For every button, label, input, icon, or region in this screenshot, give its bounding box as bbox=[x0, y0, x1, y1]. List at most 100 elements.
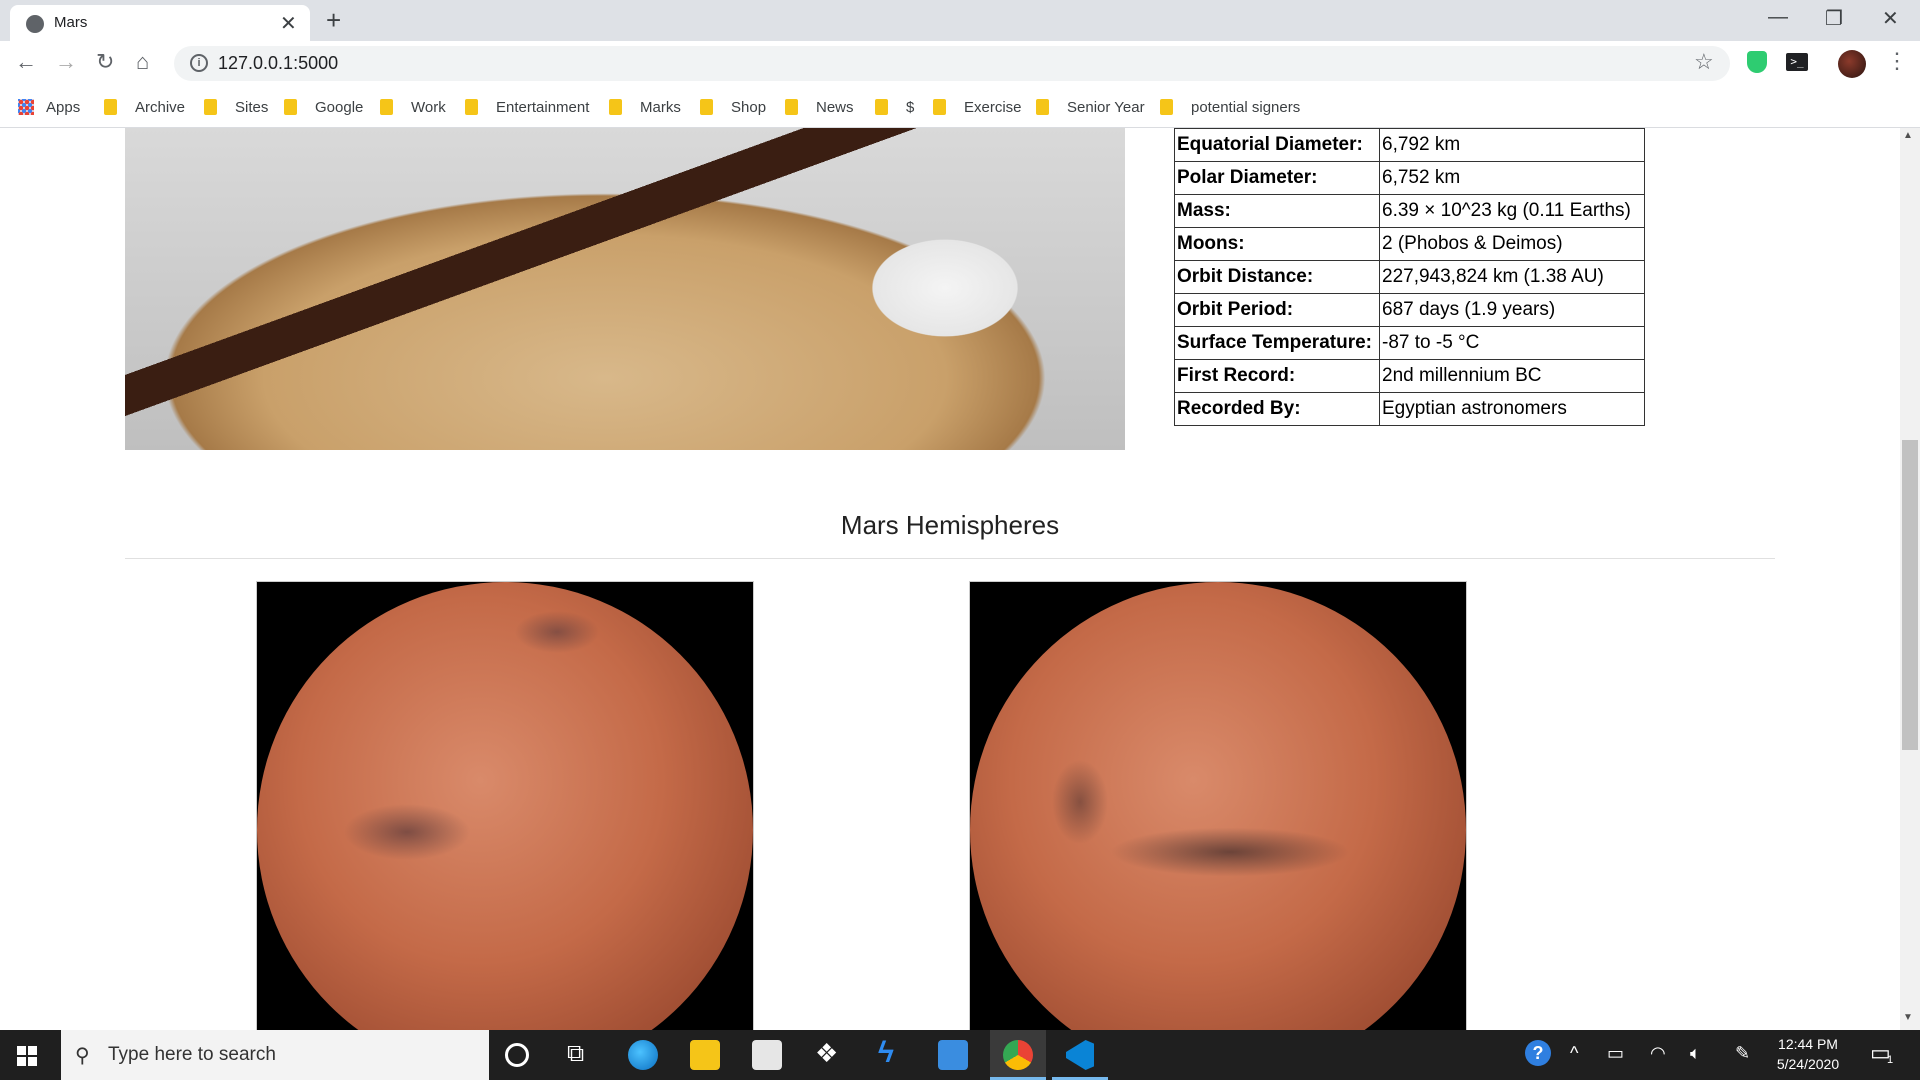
fact-label: Moons: bbox=[1174, 227, 1380, 261]
table-row: Moons: 2 (Phobos & Deimos) bbox=[1174, 227, 1645, 261]
reload-icon[interactable]: ↻ bbox=[96, 49, 114, 75]
kebab-menu-icon[interactable]: ⋮ bbox=[1886, 48, 1908, 74]
edge-icon[interactable] bbox=[628, 1040, 658, 1070]
url-text[interactable]: 127.0.0.1:5000 bbox=[218, 53, 338, 74]
bookmark-folder[interactable]: Senior Year bbox=[1036, 95, 1145, 119]
folder-icon bbox=[204, 99, 217, 115]
browser-toolbar: ← → ↻ ⌂ i 127.0.0.1:5000 ☆ >_ ⋮ bbox=[0, 41, 1920, 87]
pen-icon[interactable]: ✎ bbox=[1735, 1043, 1750, 1064]
vscode-icon bbox=[1066, 1040, 1094, 1070]
forward-icon[interactable]: → bbox=[55, 49, 77, 75]
featured-image bbox=[125, 128, 1125, 450]
bookmark-folder[interactable]: Archive bbox=[104, 95, 185, 119]
scroll-down-icon[interactable]: ▼ bbox=[1903, 1012, 1913, 1023]
task-view-icon[interactable]: ⧉ bbox=[567, 1040, 584, 1068]
tab-title: Mars bbox=[54, 14, 88, 31]
mars-hemisphere-picture bbox=[257, 582, 753, 1030]
bookmark-folder[interactable]: Marks bbox=[609, 95, 681, 119]
new-tab-button[interactable]: + bbox=[326, 7, 341, 33]
table-row: Polar Diameter: 6,752 km bbox=[1174, 161, 1645, 195]
mars-facts-table: Equatorial Diameter: 6,792 km Polar Diame… bbox=[1174, 128, 1645, 426]
folder-icon bbox=[380, 99, 393, 115]
bookmark-label: Shop bbox=[731, 98, 767, 116]
windows-start-icon[interactable] bbox=[17, 1046, 37, 1066]
scrollbar-thumb[interactable] bbox=[1902, 440, 1918, 750]
site-info-icon[interactable]: i bbox=[190, 54, 208, 72]
wifi-icon[interactable]: ◠ bbox=[1650, 1043, 1666, 1064]
back-icon[interactable]: ← bbox=[15, 49, 37, 75]
dropbox-icon[interactable]: ❖ bbox=[815, 1038, 838, 1069]
bookmark-label: Senior Year bbox=[1067, 98, 1145, 116]
bookmark-folder[interactable]: Entertainment bbox=[465, 95, 589, 119]
bookmark-folder[interactable]: Shop bbox=[700, 95, 766, 119]
battery-icon[interactable]: ▭ bbox=[1607, 1043, 1624, 1064]
fact-value: 2 (Phobos & Deimos) bbox=[1379, 227, 1645, 261]
browser-tab[interactable]: Mars ✕ bbox=[10, 5, 310, 41]
file-explorer-icon[interactable] bbox=[690, 1040, 720, 1070]
bookmark-folder[interactable]: $ bbox=[875, 95, 914, 119]
table-row: Orbit Distance: 227,943,824 km (1.38 AU) bbox=[1174, 260, 1645, 294]
maximize-button[interactable]: ❐ bbox=[1825, 6, 1843, 31]
store-icon[interactable] bbox=[752, 1040, 782, 1070]
bookmark-label: Marks bbox=[640, 98, 681, 116]
bookmark-folder[interactable]: Google bbox=[284, 95, 363, 119]
hemisphere-image[interactable] bbox=[256, 581, 754, 1030]
extension-icon[interactable] bbox=[1747, 51, 1767, 73]
search-icon: ⚲ bbox=[75, 1045, 90, 1067]
folder-icon bbox=[700, 99, 713, 115]
fact-value: 227,943,824 km (1.38 AU) bbox=[1379, 260, 1645, 294]
bookmark-folder[interactable]: News bbox=[785, 95, 854, 119]
scroll-up-icon[interactable]: ▲ bbox=[1903, 130, 1913, 141]
bookmark-folder[interactable]: Work bbox=[380, 95, 446, 119]
vscode-taskbar-button[interactable] bbox=[1052, 1030, 1108, 1080]
folder-icon bbox=[284, 99, 297, 115]
folder-icon bbox=[609, 99, 622, 115]
close-tab-icon[interactable]: ✕ bbox=[280, 11, 297, 36]
fact-label: Surface Temperature: bbox=[1174, 326, 1380, 360]
tab-strip: Mars ✕ + — ❐ ✕ bbox=[0, 0, 1920, 41]
chevron-up-icon[interactable]: ^ bbox=[1570, 1043, 1578, 1064]
chrome-taskbar-button[interactable] bbox=[990, 1030, 1046, 1080]
fact-label: Orbit Distance: bbox=[1174, 260, 1380, 294]
bookmark-label: Archive bbox=[135, 98, 186, 116]
bookmark-folder[interactable]: Sites bbox=[204, 95, 268, 119]
fact-value: -87 to -5 °C bbox=[1379, 326, 1645, 360]
fact-label: Orbit Period: bbox=[1174, 293, 1380, 327]
search-placeholder[interactable]: Type here to search bbox=[108, 1044, 276, 1066]
bookmark-label: Apps bbox=[46, 98, 81, 116]
minimize-button[interactable]: — bbox=[1768, 6, 1788, 29]
fact-value: 2nd millennium BC bbox=[1379, 359, 1645, 393]
bookmark-label: potential signers bbox=[1191, 98, 1301, 116]
table-row: Recorded By: Egyptian astronomers bbox=[1174, 392, 1645, 426]
profile-avatar[interactable] bbox=[1838, 50, 1866, 78]
bookmark-folder[interactable]: potential signers bbox=[1160, 95, 1300, 119]
notification-count: 1 bbox=[1887, 1054, 1894, 1066]
fact-label: Mass: bbox=[1174, 194, 1380, 228]
hemispheres-heading: Mars Hemispheres bbox=[840, 510, 1060, 540]
folder-icon bbox=[104, 99, 117, 115]
cortana-icon[interactable] bbox=[505, 1043, 529, 1067]
fact-label: First Record: bbox=[1174, 359, 1380, 393]
chrome-icon bbox=[1003, 1040, 1033, 1070]
help-icon[interactable]: ? bbox=[1525, 1040, 1551, 1066]
mail-icon[interactable] bbox=[938, 1040, 968, 1070]
terminal-extension-icon[interactable]: >_ bbox=[1786, 53, 1808, 71]
clock[interactable]: 12:44 PM 5/24/2020 bbox=[1768, 1034, 1848, 1074]
app-icon[interactable]: ϟ bbox=[878, 1036, 894, 1070]
address-bar[interactable] bbox=[174, 46, 1730, 81]
volume-icon[interactable]: 🔈︎ bbox=[1690, 1043, 1701, 1064]
fact-value: Egyptian astronomers bbox=[1379, 392, 1645, 426]
clock-time: 12:44 PM bbox=[1778, 1036, 1838, 1052]
table-row: Surface Temperature: -87 to -5 °C bbox=[1174, 326, 1645, 360]
mars-hemisphere-picture bbox=[970, 582, 1466, 1030]
clock-date: 5/24/2020 bbox=[1776, 1056, 1840, 1072]
window-close-button[interactable]: ✕ bbox=[1882, 6, 1899, 31]
bookmark-folder[interactable]: Exercise bbox=[933, 95, 1022, 119]
bookmark-star-icon[interactable]: ☆ bbox=[1694, 49, 1714, 75]
folder-icon bbox=[465, 99, 478, 115]
table-row: First Record: 2nd millennium BC bbox=[1174, 359, 1645, 393]
globe-icon bbox=[26, 15, 44, 33]
home-icon[interactable]: ⌂ bbox=[136, 49, 149, 75]
bookmark-apps[interactable]: Apps bbox=[18, 95, 80, 119]
hemisphere-image[interactable] bbox=[969, 581, 1467, 1030]
